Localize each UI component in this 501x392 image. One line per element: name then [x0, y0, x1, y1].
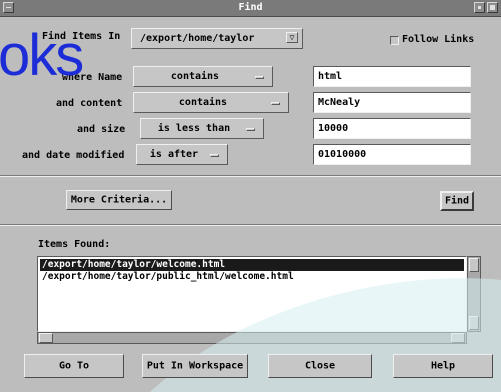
- criteria-operator-size[interactable]: is less than: [140, 118, 264, 139]
- go-to-label: Go To: [58, 360, 90, 372]
- close-button[interactable]: Close: [268, 354, 372, 378]
- criteria-label-content: and content: [56, 98, 123, 109]
- find-button-label: Find: [444, 195, 470, 207]
- list-item[interactable]: /export/home/taylor/welcome.html: [40, 259, 464, 271]
- action-button-bar: Go To Put In Workspace Close Help: [0, 340, 501, 392]
- find-items-in-path: /export/home/taylor: [140, 33, 255, 44]
- items-found-label: Items Found:: [38, 239, 111, 250]
- scroll-up-arrow-icon[interactable]: [469, 258, 479, 272]
- follow-links-label: Follow Links: [402, 34, 475, 45]
- watermark-text: oks: [0, 23, 84, 88]
- criteria-value-date[interactable]: 01010000: [313, 144, 471, 165]
- combo-arrow-icon[interactable]: ▽: [286, 32, 298, 43]
- criteria-label-size: and size: [77, 124, 126, 135]
- operator-label: is less than: [157, 123, 231, 134]
- criteria-operator-date[interactable]: is after: [136, 144, 228, 165]
- window-title: Find: [238, 2, 263, 13]
- scroll-down-arrow-icon[interactable]: [469, 316, 479, 330]
- operator-label: is after: [149, 149, 199, 160]
- option-menu-icon: [210, 154, 219, 157]
- minimize-button[interactable]: [474, 2, 485, 13]
- results-list[interactable]: /export/home/taylor/welcome.html /export…: [37, 256, 467, 332]
- help-button[interactable]: Help: [393, 354, 493, 378]
- put-in-workspace-button[interactable]: Put In Workspace: [142, 354, 248, 378]
- criteria-value-name[interactable]: html: [313, 66, 471, 87]
- criteria-operator-content[interactable]: contains: [133, 92, 289, 113]
- option-menu-icon: [271, 102, 280, 105]
- find-button[interactable]: Find: [440, 191, 474, 211]
- vertical-scrollbar[interactable]: [467, 256, 481, 332]
- criteria-value-content[interactable]: McNealy: [313, 92, 471, 113]
- option-menu-icon: [246, 128, 255, 131]
- put-in-workspace-label: Put In Workspace: [146, 360, 244, 372]
- maximize-button[interactable]: [487, 2, 498, 13]
- separator: [0, 175, 501, 177]
- follow-links-checkbox[interactable]: [390, 36, 399, 45]
- help-label: Help: [430, 360, 456, 372]
- operator-label: contains: [170, 71, 220, 82]
- close-label: Close: [304, 360, 336, 372]
- go-to-button[interactable]: Go To: [24, 354, 124, 378]
- find-items-in-dropdown[interactable]: /export/home/taylor ▽: [131, 28, 303, 49]
- option-menu-icon: [255, 76, 264, 79]
- more-criteria-button[interactable]: More Criteria...: [66, 190, 172, 210]
- more-criteria-label: More Criteria...: [70, 194, 168, 206]
- criteria-label-date: and date modified: [22, 150, 125, 161]
- separator: [0, 224, 501, 226]
- window-titlebar[interactable]: Find: [0, 0, 501, 17]
- criteria-operator-name[interactable]: contains: [133, 66, 273, 87]
- list-item[interactable]: /export/home/taylor/public_html/welcome.…: [40, 271, 464, 283]
- criteria-value-size[interactable]: 10000: [313, 118, 471, 139]
- operator-label: contains: [178, 97, 228, 108]
